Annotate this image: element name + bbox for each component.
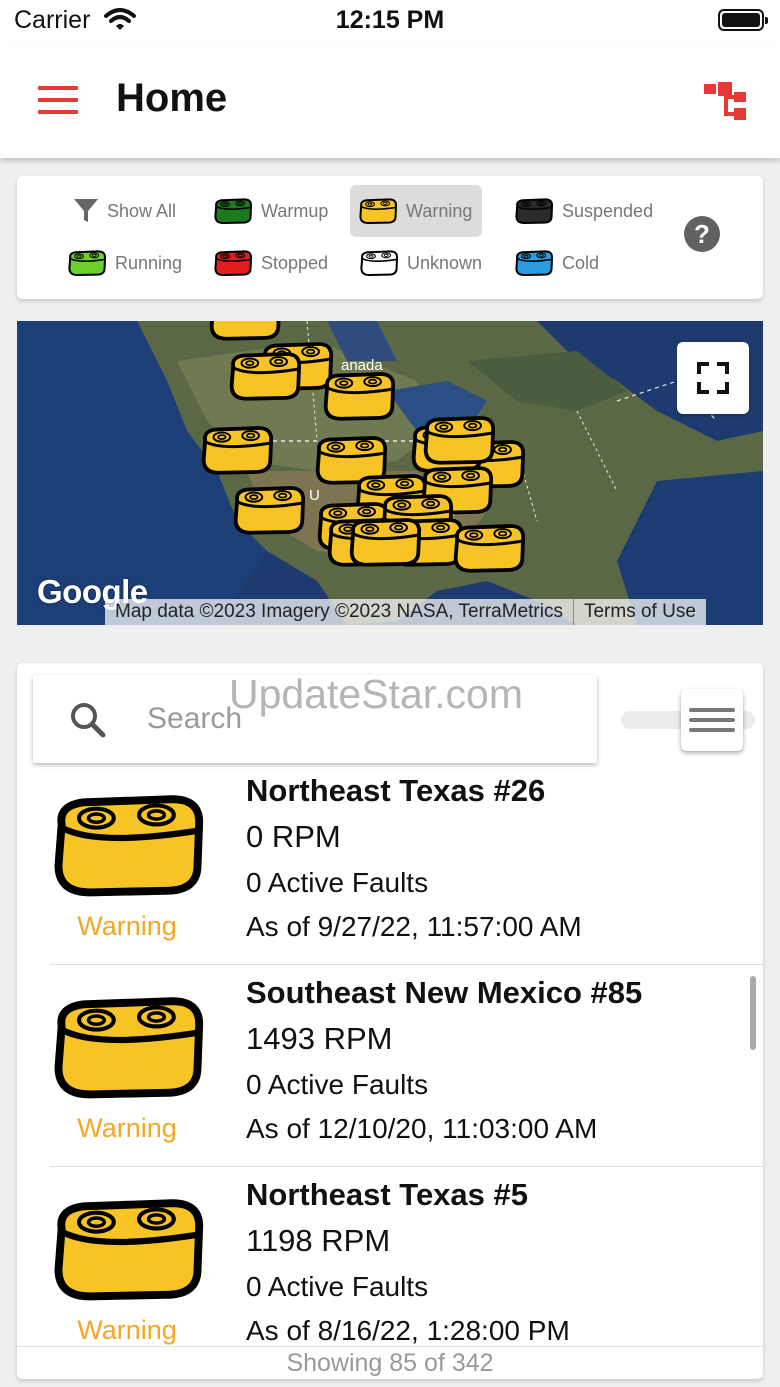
fullscreen-icon	[697, 362, 729, 394]
engine-running-icon	[67, 249, 107, 277]
legend-cold[interactable]: Cold	[514, 238, 599, 288]
legend-running[interactable]: Running	[67, 238, 182, 288]
list-options-button[interactable]	[681, 689, 743, 751]
status-label: Warning	[77, 911, 177, 941]
active-faults: 0 Active Faults	[246, 1069, 429, 1100]
engine-warning-icon	[49, 1193, 207, 1305]
list-scrollbar[interactable]	[750, 976, 756, 1050]
search-icon	[71, 703, 106, 738]
legend-suspended[interactable]: Suspended	[514, 186, 653, 236]
engine-name: Northeast Texas #26	[246, 773, 546, 808]
engine-marker[interactable]	[229, 485, 309, 535]
legend-label: Show All	[107, 200, 177, 221]
list-item[interactable]: Warning Northeast Texas #26 0 RPM 0 Acti…	[17, 763, 763, 965]
engine-marker[interactable]	[419, 415, 499, 465]
active-faults: 0 Active Faults	[246, 867, 429, 898]
page-title: Home	[116, 76, 228, 120]
engine-marker[interactable]	[449, 523, 529, 573]
legend-stopped[interactable]: Stopped	[213, 238, 328, 288]
legend-label: Suspended	[562, 200, 654, 221]
engine-marker[interactable]	[319, 371, 399, 421]
engine-warning-icon	[49, 991, 207, 1103]
filter-icon	[74, 199, 98, 222]
timestamp: As of 8/16/22, 1:28:00 PM	[246, 1315, 570, 1346]
map-attribution-text: Map data ©2023 Imagery ©2023 NASA, Terra…	[115, 601, 563, 622]
legend-label: Cold	[562, 252, 600, 273]
status-label: Warning	[77, 1315, 177, 1345]
engine-marker[interactable]	[345, 517, 425, 567]
engine-unknown-icon	[359, 249, 399, 277]
status-filter-legend: Show All Warmup Warning Suspended Runnin…	[17, 176, 763, 299]
map-view[interactable]: anada U Google Map data ©2023 Imagery ©2…	[17, 321, 763, 625]
engine-cold-icon	[514, 249, 554, 277]
engine-list-card: UpdateStar.com Warning Northeast Texas #…	[17, 663, 763, 1379]
legend-label: Stopped	[261, 252, 329, 273]
engine-suspended-icon	[514, 197, 554, 225]
legend-warning[interactable]: Warning	[350, 185, 483, 237]
hierarchy-icon[interactable]	[704, 82, 748, 120]
engine-marker[interactable]	[197, 425, 277, 475]
battery-icon	[718, 9, 768, 31]
legend-label: Unknown	[407, 252, 483, 273]
legend-label: Running	[115, 252, 183, 273]
timestamp: As of 9/27/22, 11:57:00 AM	[246, 911, 582, 942]
status-bar: Carrier 12:15 PM	[0, 0, 780, 44]
timestamp: As of 12/10/20, 11:03:00 AM	[246, 1113, 598, 1144]
engine-marker[interactable]	[225, 351, 305, 401]
engine-rpm: 1493 RPM	[246, 1021, 393, 1056]
fullscreen-button[interactable]	[677, 342, 749, 414]
list-item[interactable]: Warning Northeast Texas #5 1198 RPM 0 Ac…	[17, 1167, 763, 1369]
engine-name: Southeast New Mexico #85	[246, 975, 643, 1010]
legend-show-all[interactable]: Show All	[73, 186, 176, 236]
list-item[interactable]: Warning Southeast New Mexico #85 1493 RP…	[17, 965, 763, 1167]
legend-warmup[interactable]: Warmup	[213, 186, 328, 236]
clock: 12:15 PM	[335, 6, 445, 34]
map-attribution: Map data ©2023 Imagery ©2023 NASA, Terra…	[105, 599, 706, 625]
search-input[interactable]	[147, 695, 567, 743]
engine-rpm: 0 RPM	[246, 819, 341, 854]
legend-label: Warning	[406, 200, 473, 221]
help-button[interactable]: ?	[684, 216, 720, 252]
hamburger-menu-icon[interactable]	[38, 86, 78, 116]
legend-unknown[interactable]: Unknown	[359, 238, 482, 288]
results-count: Showing 85 of 342	[17, 1346, 763, 1379]
engine-warning-icon	[358, 197, 398, 225]
search-bar[interactable]	[33, 675, 597, 763]
legend-label: Warmup	[261, 200, 329, 221]
terms-of-use-link[interactable]: Terms of Use	[572, 599, 706, 625]
engine-rpm: 1198 RPM	[246, 1223, 391, 1258]
status-label: Warning	[77, 1113, 177, 1143]
engine-stopped-icon	[213, 249, 253, 277]
engine-name: Northeast Texas #5	[246, 1177, 528, 1212]
active-faults: 0 Active Faults	[246, 1271, 429, 1302]
engine-warning-icon	[49, 789, 207, 901]
engine-warmup-icon	[213, 197, 253, 225]
engine-marker[interactable]	[205, 321, 285, 341]
app-bar: Home	[0, 44, 780, 158]
